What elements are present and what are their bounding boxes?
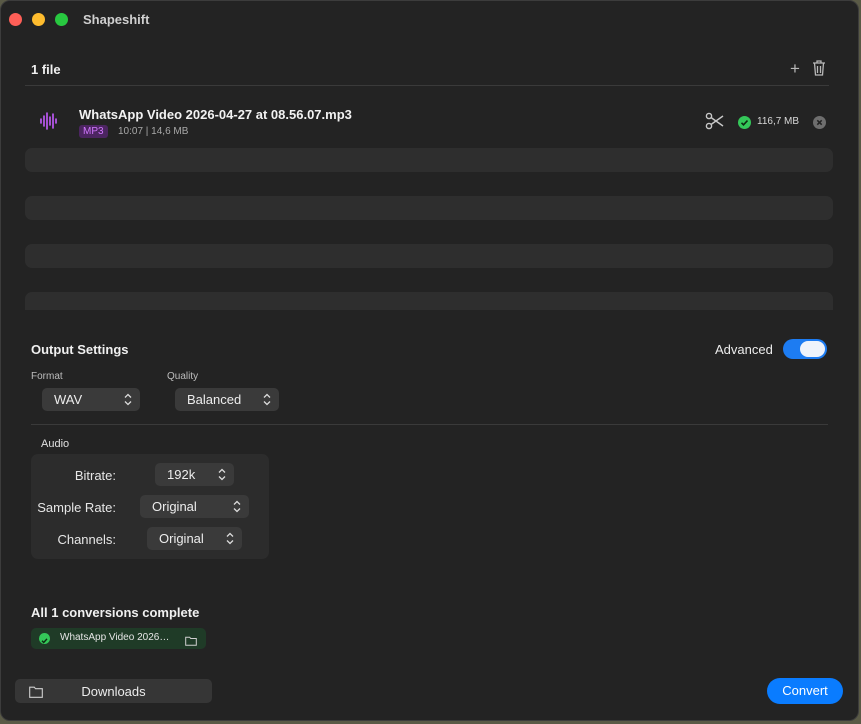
file-name: WhatsApp Video 2026-04-27 at 08.56.07.mp… <box>79 107 352 122</box>
toggle-knob <box>800 341 825 357</box>
empty-file-slot <box>25 196 833 220</box>
updown-chevron-icon <box>263 393 271 406</box>
window-title: Shapeshift <box>83 12 150 27</box>
file-row[interactable]: WhatsApp Video 2026-04-27 at 08.56.07.mp… <box>25 95 833 143</box>
updown-chevron-icon <box>218 468 226 481</box>
add-file-icon[interactable]: + <box>790 59 800 79</box>
downloads-button[interactable]: Downloads <box>15 679 212 703</box>
updown-chevron-icon <box>226 532 234 545</box>
advanced-label: Advanced <box>715 342 773 357</box>
conversions-complete-heading: All 1 conversions complete <box>31 605 200 620</box>
result-file-chip[interactable]: WhatsApp Video 2026… <box>31 628 206 649</box>
empty-file-slot <box>25 148 833 172</box>
minimize-window-button[interactable] <box>32 13 45 26</box>
bitrate-label: Bitrate: <box>74 468 116 483</box>
check-circle-icon <box>39 633 50 644</box>
file-count-heading: 1 file <box>31 62 61 77</box>
channels-value: Original <box>159 531 204 546</box>
empty-file-slot <box>25 244 833 268</box>
app-window: Shapeshift 1 file + WhatsApp Video 2026-… <box>0 0 859 721</box>
empty-file-slot <box>25 292 833 310</box>
audio-settings-panel: Bitrate: 192k Sample Rate: Original Chan… <box>31 454 269 559</box>
bitrate-select[interactable]: 192k <box>155 463 234 486</box>
output-settings-heading: Output Settings <box>31 342 129 357</box>
updown-chevron-icon <box>124 393 132 406</box>
quality-value: Balanced <box>187 392 242 407</box>
channels-select[interactable]: Original <box>147 527 242 550</box>
format-label: Format <box>31 371 63 382</box>
updown-chevron-icon <box>233 500 241 513</box>
scissors-icon[interactable] <box>705 112 725 130</box>
channels-label: Channels: <box>57 532 116 547</box>
zoom-window-button[interactable] <box>55 13 68 26</box>
title-bar: Shapeshift <box>1 1 858 39</box>
folder-icon[interactable] <box>185 633 197 646</box>
result-file-name: WhatsApp Video 2026… <box>60 632 170 643</box>
quality-label: Quality <box>167 371 199 382</box>
output-size: 116,7 MB <box>757 116 800 127</box>
check-circle-icon <box>738 116 751 129</box>
settings-divider <box>31 424 828 425</box>
format-value: WAV <box>54 392 83 407</box>
file-meta: 10:07 | 14,6 MB <box>118 126 189 137</box>
quality-select[interactable]: Balanced <box>175 388 279 411</box>
audio-section-label: Audio <box>41 438 70 450</box>
format-badge: MP3 <box>79 125 108 138</box>
sample-rate-select[interactable]: Original <box>140 495 249 518</box>
remove-file-icon[interactable] <box>813 116 826 129</box>
header-divider <box>25 85 829 86</box>
convert-button[interactable]: Convert <box>767 678 843 704</box>
trash-icon[interactable] <box>811 59 827 79</box>
audio-waveform-icon <box>39 111 57 131</box>
format-select[interactable]: WAV <box>42 388 140 411</box>
advanced-toggle[interactable] <box>783 339 827 359</box>
downloads-label: Downloads <box>81 684 146 699</box>
bitrate-value: 192k <box>167 467 196 482</box>
sample-rate-label: Sample Rate: <box>37 500 116 515</box>
close-window-button[interactable] <box>9 13 22 26</box>
sample-rate-value: Original <box>152 499 197 514</box>
